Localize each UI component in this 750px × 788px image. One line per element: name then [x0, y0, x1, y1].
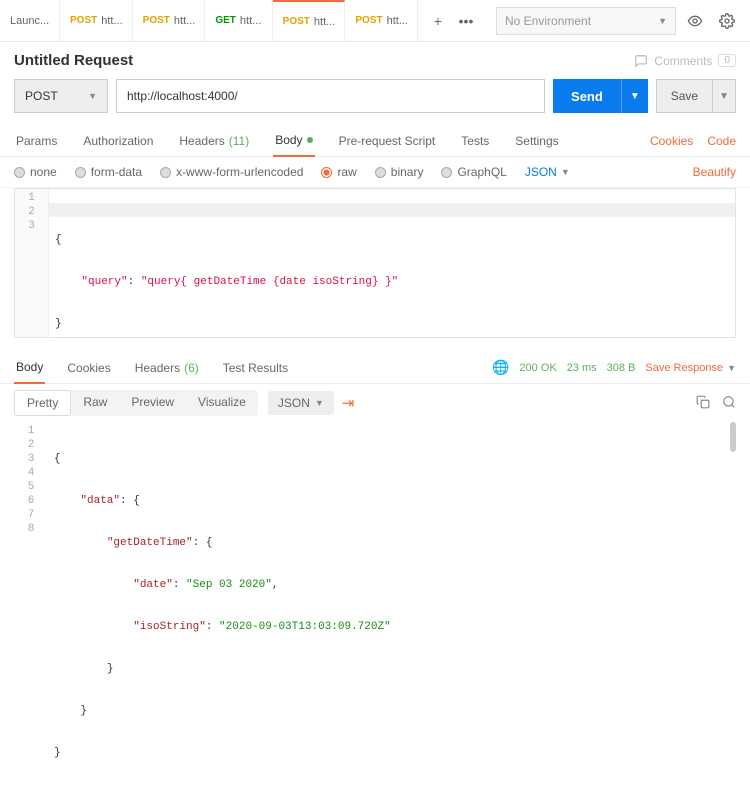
- chevron-down-icon: ▼: [561, 167, 570, 177]
- request-body-editor[interactable]: 123 { "query": "query{ getDateTime {date…: [14, 188, 736, 338]
- chevron-down-icon: ▼: [658, 16, 667, 26]
- view-pretty[interactable]: Pretty: [14, 390, 71, 416]
- request-title: Untitled Request: [14, 52, 133, 69]
- resp-tab-body[interactable]: Body: [14, 352, 45, 384]
- tab-label: htt...: [101, 15, 122, 27]
- code-line: "data": {: [54, 494, 730, 508]
- code-line: "getDateTime": {: [54, 536, 730, 550]
- copy-icon[interactable]: [696, 395, 710, 412]
- tab-label: htt...: [387, 15, 408, 27]
- settings-gear-icon[interactable]: [714, 8, 740, 34]
- comments-button[interactable]: Comments 0: [634, 54, 736, 68]
- code-line: {: [55, 233, 729, 247]
- tab-body[interactable]: Body: [273, 125, 314, 157]
- send-button[interactable]: Send▼: [553, 79, 648, 113]
- tab-settings[interactable]: Settings: [513, 126, 560, 156]
- tab-post-1[interactable]: POST htt...: [60, 0, 133, 41]
- chevron-down-icon: ▼: [315, 398, 324, 408]
- code-line: }: [54, 746, 730, 760]
- new-tab-button[interactable]: +: [428, 11, 448, 31]
- tab-post-2[interactable]: POST htt...: [133, 0, 206, 41]
- resp-headers-count: (6): [184, 361, 199, 375]
- radio-binary[interactable]: binary: [375, 165, 424, 179]
- save-dropdown-icon[interactable]: ▼: [712, 80, 735, 112]
- environment-value: No Environment: [505, 14, 591, 28]
- radio-form-data[interactable]: form-data: [75, 165, 142, 179]
- chevron-down-icon: ▼: [727, 363, 736, 373]
- code-line: "isoString": "2020-09-03T13:03:09.720Z": [54, 620, 730, 634]
- radio-graphql[interactable]: GraphQL: [441, 165, 506, 179]
- status-code: 200 OK: [519, 362, 556, 374]
- environment-select[interactable]: No Environment ▼: [496, 7, 676, 35]
- search-icon[interactable]: [722, 395, 736, 412]
- view-raw[interactable]: Raw: [71, 390, 119, 416]
- method-value: POST: [25, 89, 58, 103]
- tab-method: POST: [283, 16, 310, 27]
- code-line: }: [54, 662, 730, 676]
- url-input[interactable]: http://localhost:4000/: [116, 79, 545, 113]
- chevron-down-icon: ▼: [88, 91, 97, 101]
- tab-tests[interactable]: Tests: [459, 126, 491, 156]
- scrollbar[interactable]: [730, 422, 736, 452]
- tab-launch[interactable]: Launc...: [0, 0, 60, 41]
- cookies-link[interactable]: Cookies: [650, 134, 693, 148]
- tab-method: POST: [143, 15, 170, 26]
- tab-get-1[interactable]: GET htt...: [205, 0, 272, 41]
- view-mode-tabs: Pretty Raw Preview Visualize: [14, 390, 258, 416]
- comments-label: Comments: [654, 54, 712, 68]
- view-visualize[interactable]: Visualize: [186, 390, 258, 416]
- body-content-type-select[interactable]: JSON▼: [525, 165, 570, 179]
- response-body-viewer[interactable]: 12345678 { "data": { "getDateTime": { "d…: [14, 422, 736, 622]
- body-active-dot: [307, 137, 313, 143]
- tab-label: htt...: [314, 16, 335, 28]
- tab-method: POST: [70, 15, 97, 26]
- globe-icon[interactable]: 🌐: [492, 359, 509, 376]
- radio-raw[interactable]: raw: [321, 165, 356, 179]
- send-dropdown-icon[interactable]: ▼: [621, 79, 648, 113]
- tab-post-4[interactable]: POST htt...: [345, 0, 418, 41]
- tab-label: htt...: [174, 15, 195, 27]
- view-preview[interactable]: Preview: [119, 390, 186, 416]
- response-size: 308 B: [607, 362, 636, 374]
- line-gutter: 123: [15, 189, 49, 337]
- tab-prerequest[interactable]: Pre-request Script: [337, 126, 438, 156]
- headers-count: (11): [229, 134, 249, 148]
- radio-none[interactable]: none: [14, 165, 57, 179]
- comment-icon: [634, 54, 648, 68]
- save-response-button[interactable]: Save Response ▼: [645, 362, 736, 374]
- environment-preview-icon[interactable]: [682, 8, 708, 34]
- tab-label: htt...: [240, 15, 261, 27]
- tab-method: GET: [215, 15, 236, 26]
- code-link[interactable]: Code: [707, 134, 736, 148]
- tab-post-3-active[interactable]: POST htt...: [273, 0, 346, 41]
- tab-label: Launc...: [10, 15, 49, 27]
- url-value: http://localhost:4000/: [127, 89, 238, 103]
- code-line: }: [54, 704, 730, 718]
- beautify-link[interactable]: Beautify: [693, 165, 736, 179]
- save-button[interactable]: Save▼: [656, 79, 736, 113]
- code-line: "query": "query{ getDateTime {date isoSt…: [55, 275, 729, 289]
- response-time: 23 ms: [567, 362, 597, 374]
- tab-authorization[interactable]: Authorization: [81, 126, 155, 156]
- code-line: "date": "Sep 03 2020",: [54, 578, 730, 592]
- radio-urlencoded[interactable]: x-www-form-urlencoded: [160, 165, 303, 179]
- tab-overflow-button[interactable]: •••: [456, 11, 476, 31]
- wrap-lines-icon[interactable]: ⇥: [342, 394, 355, 412]
- response-content-type-select[interactable]: JSON▼: [268, 391, 334, 415]
- code-line: }: [55, 317, 729, 331]
- comments-count: 0: [718, 54, 736, 67]
- tab-headers[interactable]: Headers (11): [177, 126, 251, 156]
- code-line: {: [54, 452, 730, 466]
- line-gutter: 12345678: [14, 422, 48, 622]
- method-select[interactable]: POST ▼: [14, 79, 108, 113]
- tab-method: POST: [355, 15, 382, 26]
- tab-params[interactable]: Params: [14, 126, 59, 156]
- tab-bar: Launc... POST htt... POST htt... GET htt...…: [0, 0, 418, 41]
